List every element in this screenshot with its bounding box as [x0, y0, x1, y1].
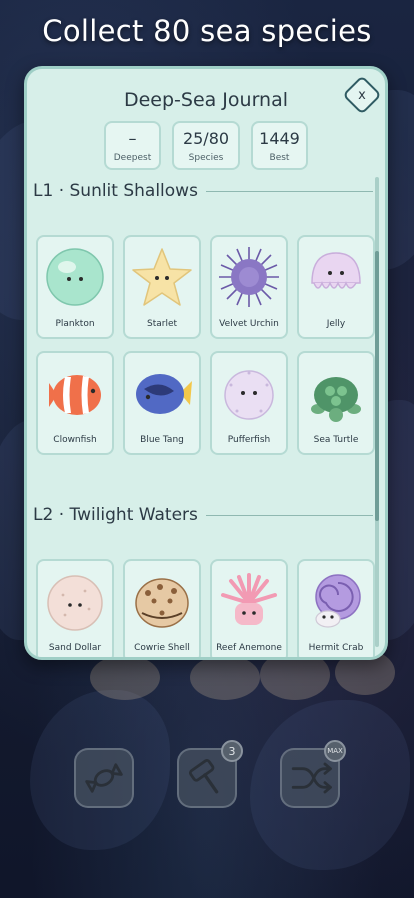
species-card-starlet[interactable]: Starlet [123, 235, 201, 339]
level-1-header: L1 · Sunlit Shallows [33, 181, 373, 201]
journal-panel: Deep-Sea Journal x – Deepest 25/80 Speci… [24, 66, 388, 660]
species-card-blue-tang[interactable]: Blue Tang [123, 351, 201, 455]
shuffle-booster-button[interactable]: MAX [280, 740, 346, 808]
species-card-cowrie-shell[interactable]: Cowrie Shell [123, 559, 201, 657]
starlet-icon [132, 248, 192, 306]
blue-tang-icon [136, 374, 192, 414]
close-icon: x [358, 87, 366, 103]
species-card-velvet-urchin[interactable]: Velvet Urchin [210, 235, 288, 339]
level-1-grid: Plankton Starlet Velvet Urchin Jelly Clo… [36, 235, 376, 455]
plankton-icon [46, 248, 104, 306]
jelly-icon [311, 252, 361, 289]
stats-row: – Deepest 25/80 Species 1449 Best [27, 121, 385, 170]
candy-booster-button[interactable] [74, 748, 134, 808]
species-card-hermit-crab[interactable]: Hermit Crab [297, 559, 375, 657]
species-card-clownfish[interactable]: Clownfish [36, 351, 114, 455]
species-card-reef-anemone[interactable]: Reef Anemone [210, 559, 288, 657]
anemone-icon [221, 573, 277, 625]
hammer-count-badge: 3 [221, 740, 243, 762]
pufferfish-icon [224, 370, 274, 420]
hammer-booster-button[interactable]: 3 [177, 740, 243, 808]
stat-best: 1449 Best [251, 121, 308, 170]
species-card-jelly[interactable]: Jelly [297, 235, 375, 339]
stat-species: 25/80 Species [172, 121, 240, 170]
scrollbar-thumb[interactable] [375, 251, 379, 521]
hermit-crab-icon [315, 574, 361, 628]
species-scroll-area[interactable]: L1 · Sunlit Shallows Plankton Starlet Ve… [27, 177, 379, 657]
cowrie-icon [135, 578, 189, 628]
species-card-pufferfish[interactable]: Pufferfish [210, 351, 288, 455]
urchin-icon [219, 247, 279, 307]
sand-dollar-icon [47, 575, 103, 631]
stat-deepest: – Deepest [104, 121, 161, 170]
shuffle-max-badge: MAX [324, 740, 346, 762]
sea-turtle-icon [311, 377, 361, 422]
species-card-sea-turtle[interactable]: Sea Turtle [297, 351, 375, 455]
journal-title: Deep-Sea Journal [123, 89, 289, 111]
level-2-grid: Sand Dollar Cowrie Shell Reef Anemone He… [36, 559, 376, 657]
species-card-plankton[interactable]: Plankton [36, 235, 114, 339]
species-card-sand-dollar[interactable]: Sand Dollar [36, 559, 114, 657]
level-2-header: L2 · Twilight Waters [33, 505, 373, 525]
candy-icon [85, 763, 123, 793]
clownfish-icon [49, 375, 101, 415]
goal-headline: Collect 80 sea species [42, 14, 372, 48]
